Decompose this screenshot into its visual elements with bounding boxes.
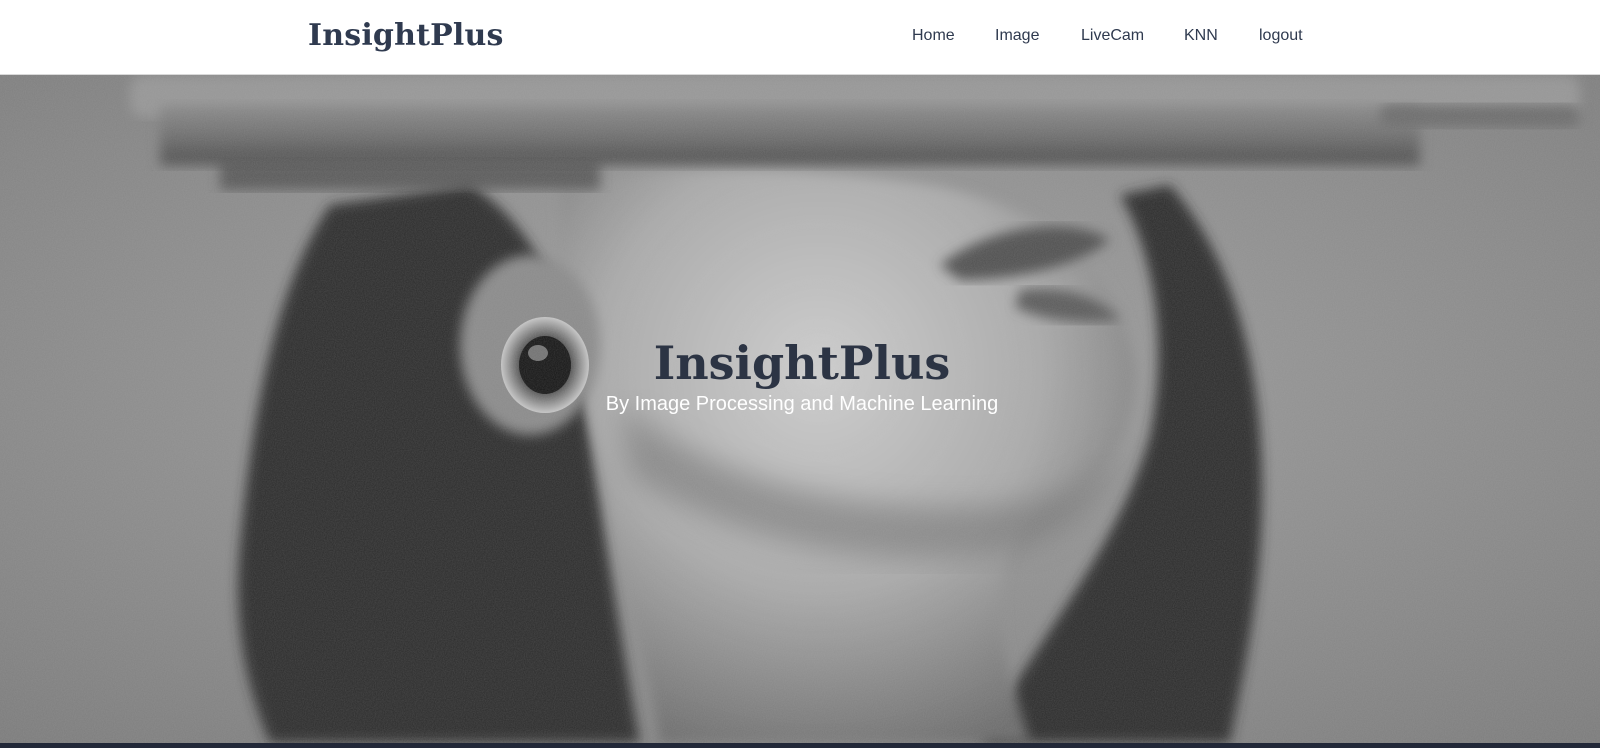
nav-link-knn[interactable]: KNN (1184, 24, 1218, 48)
nav-link-livecam[interactable]: LiveCam (1081, 24, 1144, 48)
main-nav: Home Image LiveCam KNN logout (0, 24, 1600, 48)
hero-section: InsightPlus By Image Processing and Mach… (0, 75, 1600, 743)
nav-link-logout[interactable]: logout (1259, 24, 1303, 48)
top-navbar: InsightPlus Home Image LiveCam KNN logou… (0, 0, 1600, 75)
footer-strip (0, 743, 1600, 748)
hero-title: InsightPlus (653, 335, 951, 390)
nav-link-image[interactable]: Image (995, 24, 1039, 48)
nav-link-home[interactable]: Home (912, 24, 955, 48)
hero-subtitle: By Image Processing and Machine Learning (605, 393, 999, 415)
